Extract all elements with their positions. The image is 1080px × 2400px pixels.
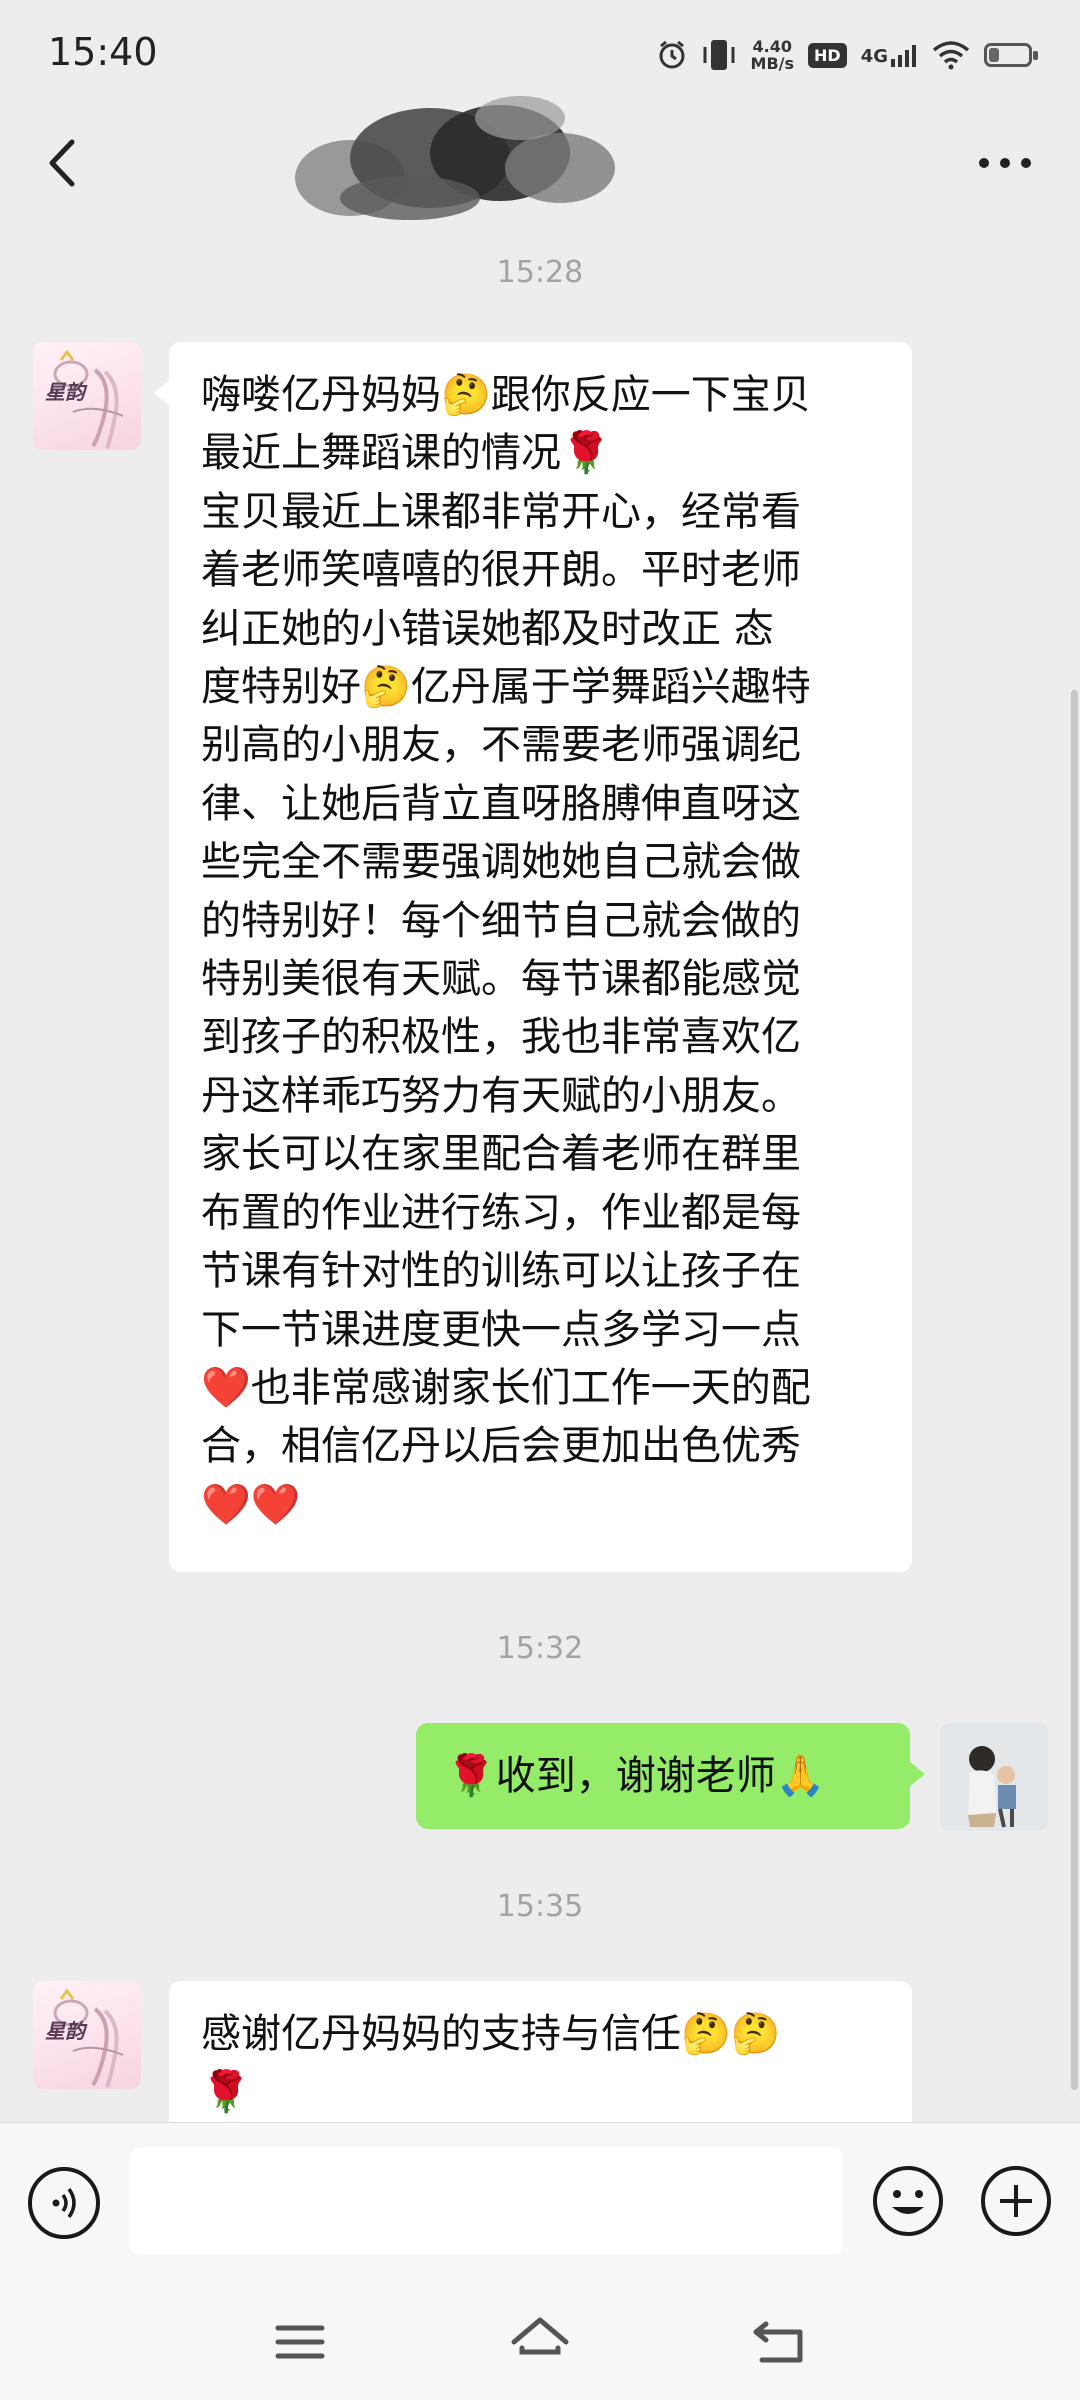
timestamp: 15:32 [496,1631,584,1666]
contact-avatar[interactable]: 星韵 [33,1981,141,2089]
more-dots-icon[interactable] [970,138,1040,188]
battery-icon [984,43,1038,67]
wifi-icon [932,41,970,70]
input-bar [0,2122,1080,2283]
message-text: 感谢亿丹妈妈的支持与信任🤔🤔 🌹 [201,2011,781,2116]
timestamp: 15:35 [496,1889,584,1924]
back-icon[interactable] [748,2310,812,2374]
voice-waves-icon [52,2187,76,2219]
hd-badge: HD [808,42,847,68]
scrollbar-thumb[interactable] [1071,690,1078,2090]
cell-signal-icon: 4G [861,43,918,67]
status-icons: 4.40 MB/s HD 4G [657,30,1038,80]
contact-avatar[interactable]: 星韵 [33,342,141,450]
chat-header [0,96,1080,220]
mother-child-photo [940,1723,1048,1831]
chevron-left-icon[interactable] [30,128,100,198]
message-text: 🌹收到，谢谢老师🙏 [446,1752,826,1799]
message-text: 嗨喽亿丹妈妈🤔跟你反应一下宝贝 最近上舞蹈课的情况🌹 宝贝最近上课都非常开心，经… [201,372,811,1528]
outgoing-message-bubble[interactable]: 🌹收到，谢谢老师🙏 [416,1723,925,1829]
system-nav-bar [0,2282,1080,2400]
message-input[interactable] [130,2147,843,2255]
timestamp: 15:28 [496,255,584,290]
incoming-message-bubble[interactable]: 感谢亿丹妈妈的支持与信任🤔🤔 🌹 [169,1981,912,2122]
plus-icon[interactable] [978,2163,1054,2239]
incoming-message-bubble[interactable]: 嗨喽亿丹妈妈🤔跟你反应一下宝贝 最近上舞蹈课的情况🌹 宝贝最近上课都非常开心，经… [154,342,912,1572]
vibrate-icon [703,40,735,70]
menu-icon[interactable] [268,2310,332,2374]
my-avatar[interactable] [940,1723,1048,1831]
avatar-logo-text: 星韵 [45,2019,85,2043]
signal-bars-icon [891,45,916,67]
avatar-logo-text: 星韵 [45,380,85,404]
alarm-icon [659,40,685,69]
redacted-contact-name [295,96,615,220]
status-time: 15:40 [48,30,158,74]
net-speed: 4.40 MB/s [750,37,795,73]
home-icon[interactable] [508,2310,572,2374]
voice-icon[interactable] [28,2167,100,2239]
emoji-icon[interactable] [870,2163,946,2239]
